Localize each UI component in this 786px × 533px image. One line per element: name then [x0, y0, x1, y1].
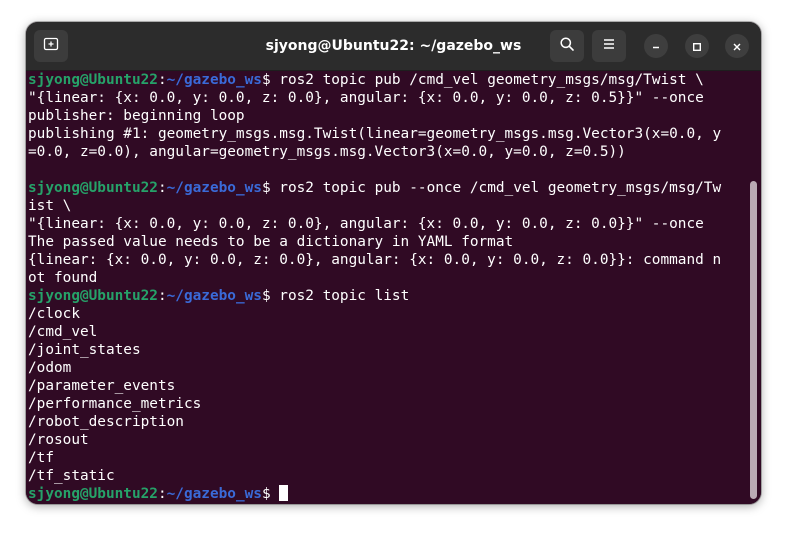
output-line: The passed value needs to be a dictionar… — [28, 233, 750, 251]
maximize-icon — [692, 37, 702, 56]
output-text: /clock — [28, 306, 80, 322]
maximize-button[interactable] — [685, 34, 709, 58]
output-text: /robot_description — [28, 414, 184, 430]
output-text: /tf — [28, 450, 54, 466]
prompt-user-host: sjyong@Ubuntu22 — [28, 288, 158, 304]
output-line: /joint_states — [28, 341, 750, 359]
prompt-symbol: $ — [261, 288, 280, 304]
prompt-line: sjyong@Ubuntu22:~/gazebo_ws$ ros2 topic … — [28, 179, 750, 197]
output-text: "{linear: {x: 0.0, y: 0.0, z: 0.0}, angu… — [28, 216, 704, 232]
output-line: /performance_metrics — [28, 395, 750, 413]
prompt-colon: : — [157, 180, 167, 196]
output-line: ist \ — [28, 197, 750, 215]
output-text: "{linear: {x: 0.0, y: 0.0, z: 0.0}, angu… — [28, 90, 704, 106]
prompt-colon: : — [157, 72, 167, 88]
output-text: publisher: beginning loop — [28, 108, 245, 124]
hamburger-menu-icon — [601, 36, 617, 56]
text-cursor — [279, 485, 288, 501]
output-line: /tf — [28, 449, 750, 467]
prompt-path: ~/gazebo_ws — [166, 180, 262, 196]
minimize-button[interactable] — [644, 34, 668, 58]
output-line: /clock — [28, 305, 750, 323]
new-tab-icon — [43, 36, 59, 56]
menu-button[interactable] — [592, 30, 626, 62]
output-text: {linear: {x: 0.0, y: 0.0, z: 0.0}, angul… — [28, 252, 722, 268]
search-button[interactable] — [550, 30, 584, 62]
command-text: ros2 topic pub --once /cmd_vel geometry_… — [279, 180, 722, 196]
output-text: /parameter_events — [28, 378, 176, 394]
output-text: ot found — [28, 270, 98, 286]
prompt-user-host: sjyong@Ubuntu22 — [28, 486, 158, 502]
output-text: /rosout — [28, 432, 89, 448]
terminal-window: sjyong@Ubuntu22: ~/gazebo_ws sjyong@Ubun… — [26, 22, 761, 504]
output-line: "{linear: {x: 0.0, y: 0.0, z: 0.0}, angu… — [28, 215, 750, 233]
title-bar[interactable]: sjyong@Ubuntu22: ~/gazebo_ws — [26, 22, 761, 71]
minimize-icon — [651, 37, 661, 56]
output-line: /robot_description — [28, 413, 750, 431]
output-line: ot found — [28, 269, 750, 287]
output-line: publisher: beginning loop — [28, 107, 750, 125]
output-line: /parameter_events — [28, 377, 750, 395]
prompt-symbol: $ — [261, 180, 280, 196]
output-text: /cmd_vel — [28, 324, 98, 340]
prompt-colon: : — [157, 288, 167, 304]
output-text: /odom — [28, 360, 72, 376]
prompt-line: sjyong@Ubuntu22:~/gazebo_ws$ ros2 topic … — [28, 287, 750, 305]
prompt-colon: : — [157, 486, 167, 502]
prompt-symbol: $ — [261, 486, 280, 502]
prompt-symbol: $ — [261, 72, 280, 88]
output-text: publishing #1: geometry_msgs.msg.Twist(l… — [28, 126, 722, 142]
output-line: /rosout — [28, 431, 750, 449]
search-icon — [559, 36, 575, 56]
output-line: publishing #1: geometry_msgs.msg.Twist(l… — [28, 125, 750, 143]
output-text: /tf_static — [28, 468, 115, 484]
prompt-user-host: sjyong@Ubuntu22 — [28, 72, 158, 88]
output-line: =0.0, z=0.0), angular=geometry_msgs.msg.… — [28, 143, 750, 161]
output-line: /tf_static — [28, 467, 750, 485]
output-line: {linear: {x: 0.0, y: 0.0, z: 0.0}, angul… — [28, 251, 750, 269]
terminal-lines: sjyong@Ubuntu22:~/gazebo_ws$ ros2 topic … — [28, 71, 750, 503]
new-tab-button[interactable] — [34, 30, 68, 62]
terminal-output-area[interactable]: sjyong@Ubuntu22:~/gazebo_ws$ ros2 topic … — [26, 71, 761, 504]
output-text: /performance_metrics — [28, 396, 202, 412]
prompt-user-host: sjyong@Ubuntu22 — [28, 180, 158, 196]
output-text: ist \ — [28, 198, 72, 214]
output-line: "{linear: {x: 0.0, y: 0.0, z: 0.0}, angu… — [28, 89, 750, 107]
prompt-line: sjyong@Ubuntu22:~/gazebo_ws$ — [28, 485, 750, 503]
output-line: /cmd_vel — [28, 323, 750, 341]
prompt-path: ~/gazebo_ws — [166, 288, 262, 304]
output-line: /odom — [28, 359, 750, 377]
prompt-path: ~/gazebo_ws — [166, 72, 262, 88]
command-text: ros2 topic list — [279, 288, 410, 304]
output-text: =0.0, z=0.0), angular=geometry_msgs.msg.… — [28, 144, 626, 160]
close-button[interactable] — [725, 34, 749, 58]
scrollbar[interactable] — [750, 181, 757, 499]
close-icon — [732, 37, 742, 56]
prompt-line: sjyong@Ubuntu22:~/gazebo_ws$ ros2 topic … — [28, 71, 750, 89]
output-text: The passed value needs to be a dictionar… — [28, 234, 514, 250]
output-text: /joint_states — [28, 342, 141, 358]
prompt-path: ~/gazebo_ws — [166, 486, 262, 502]
window-title: sjyong@Ubuntu22: ~/gazebo_ws — [265, 38, 522, 54]
command-text: ros2 topic pub /cmd_vel geometry_msgs/ms… — [279, 72, 704, 88]
